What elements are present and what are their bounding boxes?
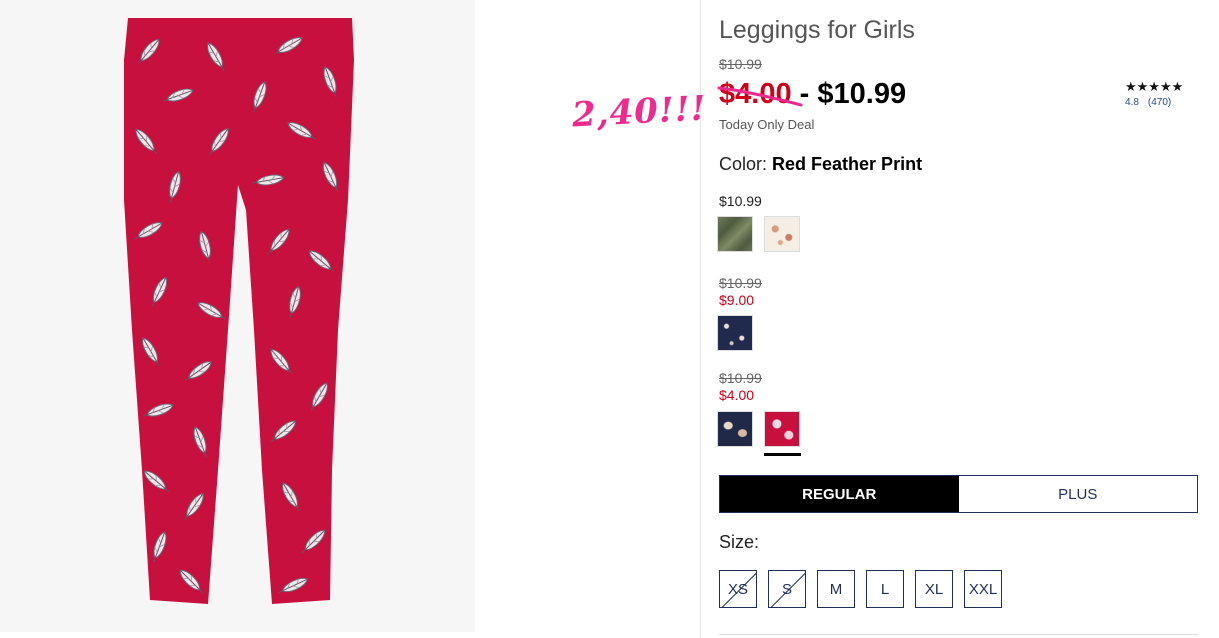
leggings-illustration [124, 18, 354, 604]
color-selection: Color: Red Feather Print [719, 154, 922, 175]
swatch-group-sale-price: $9.00 [719, 292, 755, 308]
size-xxl-button[interactable]: XXL [964, 570, 1002, 608]
swatch-camo-green[interactable] [717, 216, 753, 252]
size-xs-button[interactable]: XS [719, 570, 757, 608]
rating-score: 4.8 [1125, 97, 1139, 108]
swatch-group-price: $10.99 [719, 193, 762, 209]
product-image [0, 0, 475, 632]
selected-color-name: Red Feather Print [772, 154, 923, 174]
review-count[interactable]: (470) [1148, 97, 1171, 108]
selected-swatch-indicator [764, 453, 801, 456]
size-xxl-label: XXL [968, 580, 998, 598]
swatch-navy-feather[interactable] [717, 315, 753, 351]
original-price: $10.99 [719, 56, 762, 72]
rating-meta: 4.8 (470) [1125, 97, 1183, 108]
size-xl-label: XL [924, 580, 944, 598]
size-label: Size: [719, 532, 760, 552]
swatch-group-original-price: $10.99 [719, 275, 762, 291]
section-divider [719, 634, 1198, 635]
size-l-button[interactable]: L [866, 570, 904, 608]
price-range: $4.00 - $10.99 [717, 78, 907, 111]
swatch-group-sale-price: $4.00 [719, 387, 755, 403]
color-label: Color: [719, 154, 768, 174]
size-m-button[interactable]: M [817, 570, 855, 608]
handwritten-annotation: 2,40!!! [571, 88, 708, 136]
size-xs-label: XS [727, 580, 748, 598]
fit-plus-button[interactable]: PLUS [958, 476, 1197, 512]
deal-label: Today Only Deal [719, 117, 815, 132]
size-l-label: L [880, 580, 890, 598]
product-title: Leggings for Girls [719, 16, 915, 44]
sale-price-low: $4.00 [717, 78, 803, 110]
price-high: $10.99 [817, 78, 907, 110]
size-m-label: M [829, 580, 843, 598]
size-s-label: S [781, 580, 792, 598]
fit-regular-button[interactable]: REGULAR [720, 476, 959, 512]
rating-summary[interactable]: ★★★★★ 4.8 (470) [1125, 79, 1183, 108]
annotation-strike-icon [717, 86, 803, 107]
size-s-button[interactable]: S [768, 570, 806, 608]
swatch-navy-paisley[interactable] [717, 411, 753, 447]
size-xl-button[interactable]: XL [915, 570, 953, 608]
swatch-group-original-price: $10.99 [719, 370, 762, 386]
star-rating-icon: ★★★★★ [1125, 79, 1184, 94]
fit-toggle: REGULAR PLUS [719, 475, 1198, 513]
swatch-cream-floral[interactable] [764, 216, 800, 252]
swatch-red-feather[interactable] [764, 411, 800, 447]
